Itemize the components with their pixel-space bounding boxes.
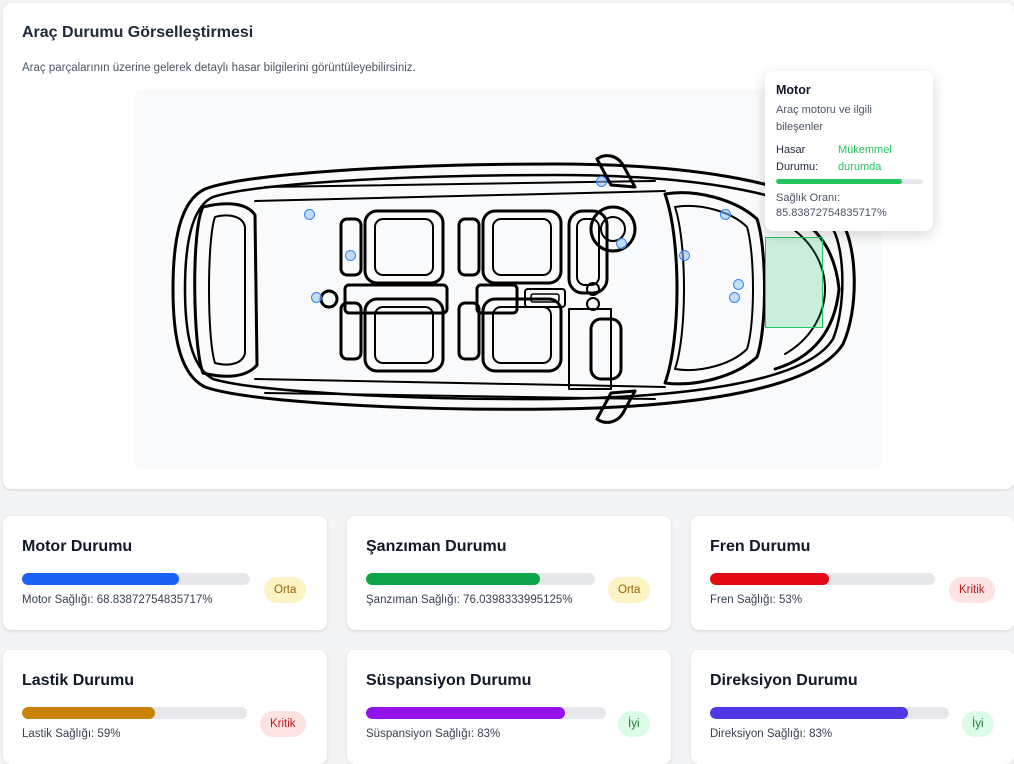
stat-health-label: Süspansiyon Sağlığı: 83% [366, 728, 501, 740]
tooltip-health-ratio-value: 85.83872754835717% [776, 207, 887, 219]
stat-health-label: Lastik Sağlığı: 59% [22, 728, 121, 740]
status-badge: İyi [962, 711, 994, 737]
stat-title: Şanzıman Durumu [366, 538, 507, 555]
stat-card-steering: Direksiyon Durumu Direksiyon Sağlığı: 83… [691, 650, 1014, 764]
hotspot-4[interactable] [596, 176, 607, 187]
tooltip-health-ratio-label: Sağlık Oranı: [776, 192, 841, 204]
status-badge: Kritik [260, 711, 306, 737]
tooltip-damage-label: Hasar Durumu: [776, 144, 819, 173]
stat-title: Süspansiyon Durumu [366, 672, 532, 689]
stat-card-motor: Motor Durumu Motor Sağlığı: 68.838727548… [3, 516, 327, 630]
tooltip-title: Motor [776, 83, 811, 97]
hotspot-3[interactable] [311, 292, 322, 303]
stat-health-label: Motor Sağlığı: 68.83872754835717% [22, 594, 213, 606]
hotspot-2[interactable] [345, 250, 356, 261]
visualization-description: Araç parçalarının üzerine gelerek detayl… [22, 62, 416, 74]
tooltip-health-bar [776, 179, 923, 184]
stat-health-bar [22, 707, 247, 719]
stat-health-bar-fill [366, 707, 566, 719]
stat-card-transmission: Şanzıman Durumu Şanzıman Sağlığı: 76.039… [347, 516, 671, 630]
stat-title: Direksiyon Durumu [710, 672, 858, 689]
stat-title: Motor Durumu [22, 538, 133, 555]
motor-zone-highlight[interactable] [765, 237, 823, 328]
stat-title: Fren Durumu [710, 538, 811, 555]
stat-card-tire: Lastik Durumu Lastik Sağlığı: 59% Kritik [3, 650, 327, 764]
stat-health-bar [366, 707, 606, 719]
stat-health-bar-fill [22, 707, 155, 719]
stat-health-bar [710, 707, 949, 719]
visualization-title: Araç Durumu Görselleştirmesi [22, 24, 254, 41]
stat-health-label: Şanzıman Sağlığı: 76.0398333995125% [366, 594, 573, 606]
hotspot-7[interactable] [720, 209, 731, 220]
status-badge: Orta [608, 577, 651, 603]
stat-health-bar [22, 573, 250, 585]
stat-health-label: Direksiyon Sağlığı: 83% [710, 728, 833, 740]
stat-health-bar [710, 573, 935, 585]
hotspot-6[interactable] [679, 250, 690, 261]
hotspot-1[interactable] [304, 209, 315, 220]
status-badge: Kritik [949, 577, 995, 603]
tooltip-damage-value: Mükemmel durumda [838, 144, 892, 173]
tooltip-health-bar-fill [776, 179, 903, 184]
stat-health-label: Fren Sağlığı: 53% [710, 594, 803, 606]
stat-card-suspension: Süspansiyon Durumu Süspansiyon Sağlığı: … [347, 650, 671, 764]
stat-health-bar-fill [366, 573, 541, 585]
stat-card-brake: Fren Durumu Fren Sağlığı: 53% Kritik [691, 516, 1014, 630]
stat-health-bar-fill [710, 573, 830, 585]
hotspot-5[interactable] [616, 238, 627, 249]
tooltip-health-ratio: Sağlık Oranı: 85.83872754835717% [776, 191, 922, 221]
stat-title: Lastik Durumu [22, 672, 135, 689]
stat-health-bar-fill [710, 707, 909, 719]
part-tooltip: Motor Araç motoru ve ilgili bileşenler H… [765, 71, 933, 231]
stat-health-bar-fill [22, 573, 179, 585]
tooltip-description: Araç motoru ve ilgili bileşenler [776, 104, 872, 133]
status-badge: İyi [618, 711, 650, 737]
stat-health-bar [366, 573, 595, 585]
status-badge: Orta [264, 577, 307, 603]
hotspot-9[interactable] [729, 292, 740, 303]
hotspot-8[interactable] [733, 279, 744, 290]
